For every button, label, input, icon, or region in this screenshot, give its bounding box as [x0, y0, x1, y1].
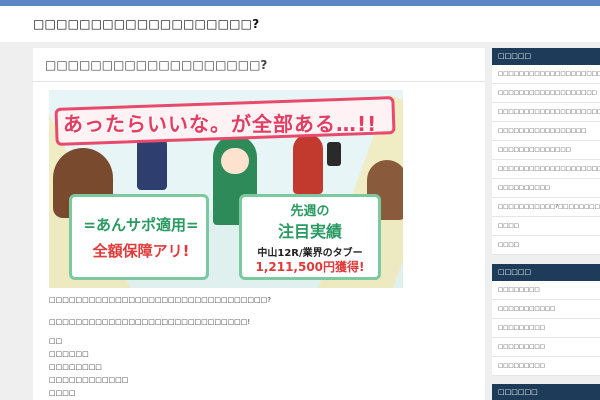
sidebar-post-link[interactable]: □□□□□□□□□□□□□□: [492, 141, 600, 160]
banner-guarantee-line2: 全額保障アリ!: [92, 242, 190, 260]
sidebar-post-link[interactable]: □□□□□□□□□□□□□□□□□□□□□: [492, 65, 600, 84]
sidebar-post-link[interactable]: □□□□□□□□□□□?□□□□□□□□: [492, 198, 600, 217]
recent-posts-widget: □□□□□ □□□□□□□□□□□□□□□□□□□□□ □□□□□□□□□□□□…: [492, 48, 600, 255]
sidebar-post-link[interactable]: □□□□□□□□□□□□□□□□□: [492, 122, 600, 141]
sidebar-archive-link[interactable]: □□□□□□□□□: [492, 319, 600, 338]
widget-heading: □□□□□: [492, 48, 600, 65]
article-paragraph: □□□□□□□□□□□□□□□□□□□□□□□□□□□□□□□□□?: [49, 296, 271, 304]
list-item: □□□□□□□□□□□□: [49, 376, 129, 384]
list-item: □□□□□□□□: [49, 363, 102, 371]
article-paragraph: □□□□□□□□□□□□□□□□□□□□□□□□□□□□□□!: [49, 318, 251, 326]
sidebar-archive-link[interactable]: □□□□□□□□□□□: [492, 300, 600, 319]
banner-character-face: [221, 148, 249, 174]
sidebar-archive-link[interactable]: □□□□□□□□: [492, 281, 600, 300]
banner-results-line4: 1,211,500円獲得!: [255, 260, 365, 274]
banner-results-line3: 中山12R/業界のタブー: [257, 248, 363, 259]
main-article: □□□□□□□□□□□□□□□□□□□? あったらいいな。が全部ある…!! =あ…: [33, 48, 485, 400]
sidebar-post-link[interactable]: □□□□: [492, 236, 600, 255]
banner-image: あったらいいな。が全部ある…!! =あんサポ適用= 全額保障アリ! 先週の 注目…: [49, 90, 403, 288]
widget-heading: □□□□□: [492, 264, 600, 281]
sidebar-post-link[interactable]: □□□□□□□□□□□□□□□□□□□: [492, 84, 600, 103]
title-divider: [33, 81, 485, 82]
list-item: □□□□: [49, 389, 76, 397]
list-item: □□□□□□: [49, 350, 89, 358]
banner-guarantee-line1: =あんサポ適用=: [83, 216, 199, 234]
banner-guarantee-box: [69, 194, 209, 280]
sidebar-archive-link[interactable]: □□□□□□□□□: [492, 338, 600, 357]
archives-widget: □□□□□ □□□□□□□□ □□□□□□□□□□□ □□□□□□□□□ □□□…: [492, 264, 600, 376]
list-item: □□: [49, 337, 63, 345]
banner-results-line1: 先週の: [290, 204, 330, 219]
sidebar-post-link[interactable]: □□□□: [492, 217, 600, 236]
site-header: □□□□□□□□□□□□□□□□□□□?: [0, 6, 600, 42]
site-title-link[interactable]: □□□□□□□□□□□□□□□□□□□?: [33, 17, 259, 31]
widget-heading: □□□□□□: [492, 384, 600, 400]
banner-headline: あったらいいな。が全部ある…!!: [63, 112, 378, 136]
banner-character-right: [293, 134, 323, 194]
sidebar-archive-link[interactable]: □□□□□□□□□: [492, 357, 600, 376]
post-title: □□□□□□□□□□□□□□□□□□□?: [45, 58, 268, 72]
sidebar-post-link[interactable]: □□□□□□□□□□: [492, 179, 600, 198]
phone-icon: [327, 142, 341, 166]
sidebar-post-link[interactable]: □□□□□□□□□□□□□□□□□□□□□□□□□□□□□□□□□□□: [492, 103, 600, 122]
categories-widget: □□□□□□: [492, 384, 600, 400]
sidebar-post-link[interactable]: □□□□□□□□□□□□□□□□□□□□□□?□□□□: [492, 160, 600, 179]
banner-results-line2: 注目実績: [277, 222, 342, 241]
